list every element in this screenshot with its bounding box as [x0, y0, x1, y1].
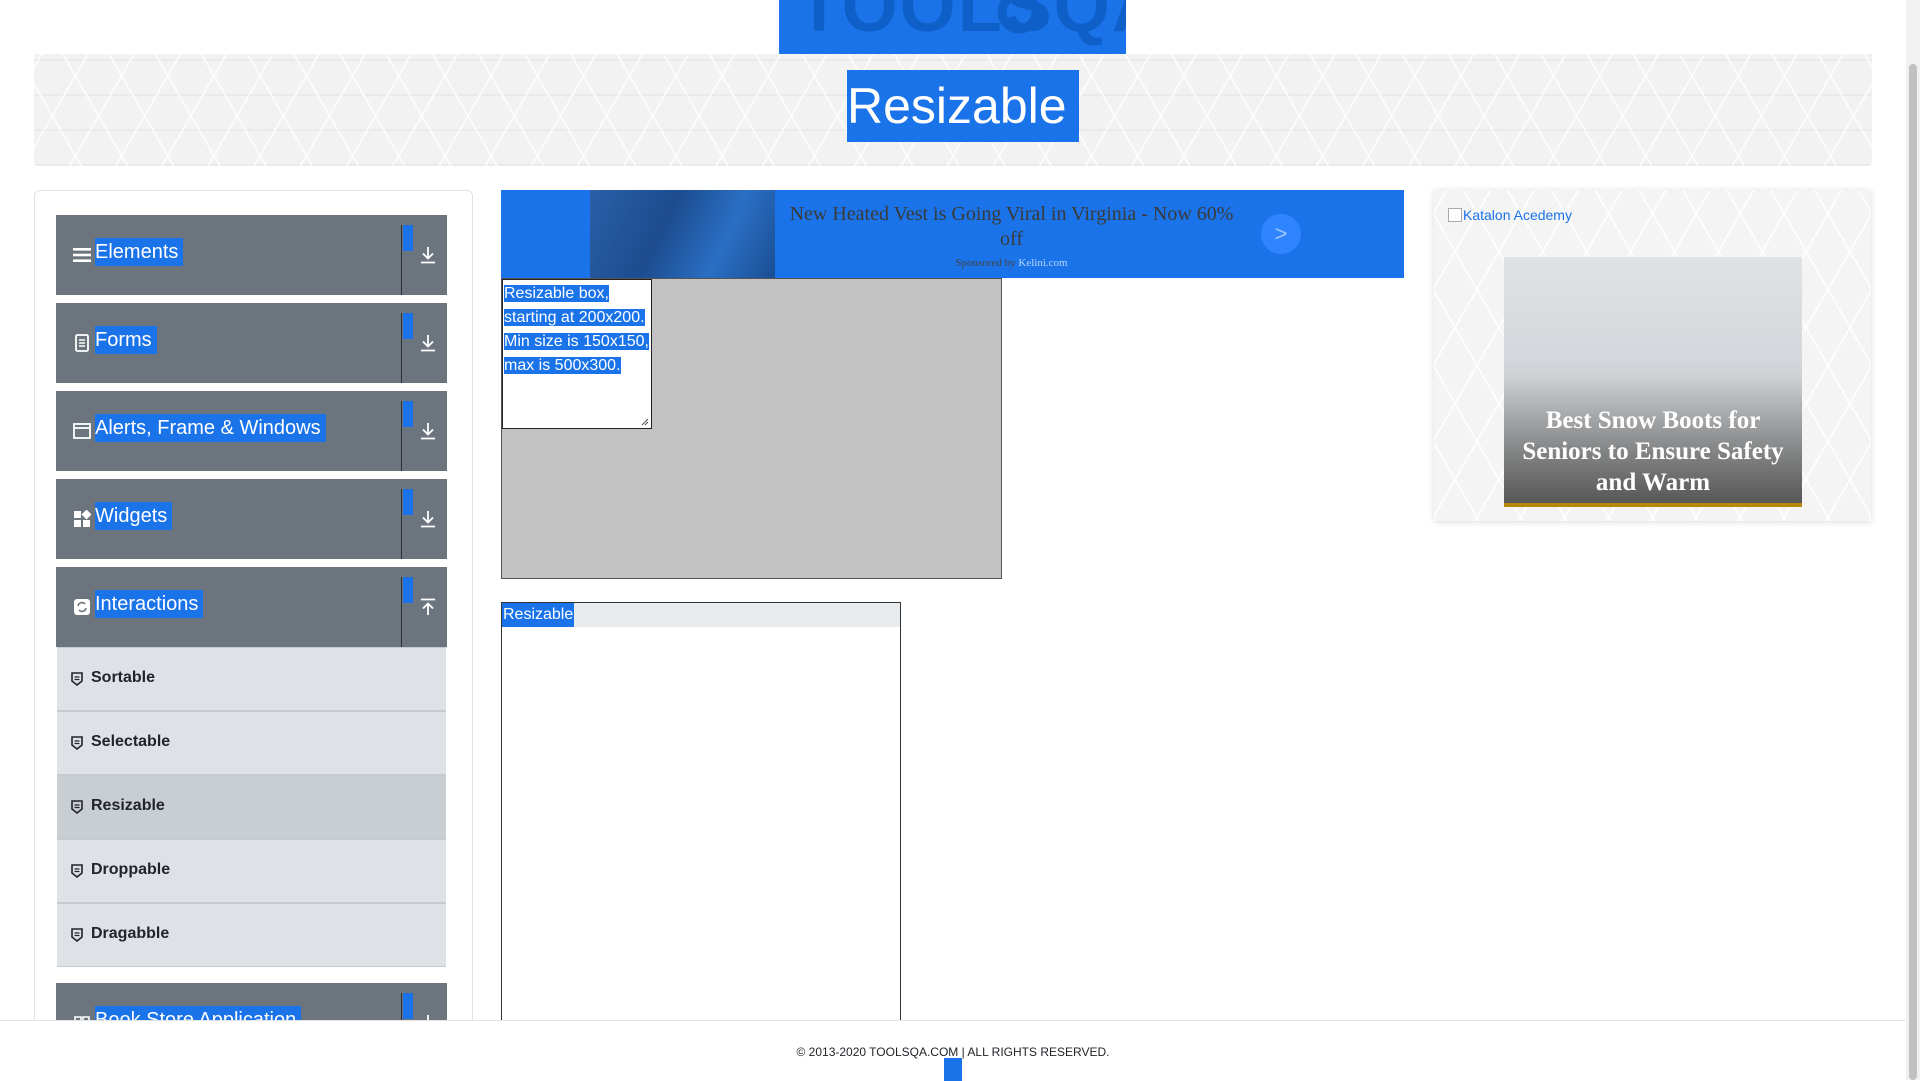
- sidebar-item-droppable[interactable]: Droppable: [57, 839, 446, 903]
- divider: [401, 577, 402, 647]
- ad-title[interactable]: New Heated Vest is Going Viral in Virgin…: [789, 202, 1234, 252]
- footer: © 2013-2020 TOOLSQA.COM | ALL RIGHTS RES…: [0, 1020, 1906, 1081]
- sidebar-item-label: Dragabble: [91, 925, 170, 942]
- katalon-link[interactable]: Katalon Acedemy: [1448, 207, 1572, 223]
- group-label: Forms: [95, 326, 157, 354]
- text-line: Min size is 150x150,: [504, 333, 649, 350]
- ad-caption: Best Snow Boots for Seniors to Ensure Sa…: [1522, 407, 1784, 496]
- text-line: max is 500x300.: [504, 357, 621, 374]
- divider: [401, 313, 402, 383]
- badge-icon: [71, 736, 83, 750]
- ad-image[interactable]: [590, 190, 775, 278]
- ad-sponsor-line: Sponsored by Kelini.com: [789, 257, 1234, 269]
- sidebar-item-sortable[interactable]: Sortable: [57, 647, 446, 711]
- sidebar-item-label: Droppable: [91, 861, 171, 878]
- group-label: Alerts, Frame & Windows: [95, 414, 326, 442]
- download-arrow-icon[interactable]: [419, 245, 437, 265]
- group-label: Interactions: [95, 590, 204, 618]
- katalon-link-text: Katalon Acedemy: [1463, 207, 1572, 223]
- text-line: starting at 200x200.: [504, 309, 645, 326]
- scroll-to-top-button[interactable]: [944, 1058, 962, 1081]
- sponsor-link[interactable]: Kelini.com: [1018, 257, 1067, 269]
- divider: [401, 225, 402, 295]
- broken-image-icon: [1448, 208, 1462, 222]
- sponsored-by-text: Sponsored by: [955, 257, 1016, 269]
- sponsored-ad-banner[interactable]: New Heated Vest is Going Viral in Virgin…: [501, 190, 1404, 278]
- ad-next-button[interactable]: >: [1261, 214, 1301, 254]
- text-line: Resizable box,: [504, 285, 609, 302]
- scrollbar-thumb[interactable]: [1909, 64, 1917, 1080]
- logo-text: TOOLSQA: [797, 0, 1126, 47]
- ad-photo[interactable]: Best Snow Boots for Seniors to Ensure Sa…: [1504, 257, 1802, 507]
- toolsqa-logo[interactable]: TOOLSQA: [779, 0, 1126, 54]
- divider: [401, 489, 402, 559]
- accent-bar: [403, 993, 413, 1019]
- group-label: Elements: [95, 238, 184, 266]
- badge-icon: [71, 928, 83, 942]
- resizable-label: Resizable: [502, 603, 575, 627]
- accent-bar: [403, 489, 413, 515]
- resizable-box[interactable]: Resizable: [501, 602, 901, 1034]
- badge-icon: [71, 864, 83, 878]
- group-widgets[interactable]: Widgets: [56, 479, 447, 559]
- accent-bar: [403, 225, 413, 251]
- sidebar-item-selectable[interactable]: Selectable: [57, 711, 446, 775]
- sidebar-item-dragabble[interactable]: Dragabble: [57, 903, 446, 967]
- sidebar-item-resizable[interactable]: Resizable: [57, 775, 446, 839]
- right-ad-panel[interactable]: Katalon Acedemy Best Snow Boots for Seni…: [1434, 190, 1871, 521]
- badge-icon: [71, 800, 83, 814]
- resizable-restriction-container: Resizable box, starting at 200x200. Min …: [501, 278, 1002, 579]
- sidebar-item-label: Sortable: [91, 669, 156, 686]
- upload-arrow-icon[interactable]: [419, 597, 437, 617]
- menu-icon: [73, 248, 91, 262]
- sidebar-item-label: Resizable: [91, 797, 165, 814]
- download-arrow-icon[interactable]: [419, 333, 437, 353]
- group-forms[interactable]: Forms: [56, 303, 447, 383]
- document-icon: [75, 334, 89, 352]
- group-elements[interactable]: Elements: [56, 215, 447, 295]
- accent-bar: [403, 577, 413, 603]
- resize-handle-icon[interactable]: [641, 418, 649, 426]
- sidebar-item-label: Selectable: [91, 733, 171, 750]
- resizable-box-header: Resizable: [502, 603, 900, 627]
- widgets-icon: [74, 510, 91, 527]
- group-alerts-frame-windows[interactable]: Alerts, Frame & Windows: [56, 391, 447, 471]
- group-label: Widgets: [95, 502, 173, 530]
- divider: [401, 401, 402, 471]
- download-arrow-icon[interactable]: [419, 421, 437, 441]
- badge-icon: [71, 672, 83, 686]
- page-scrollbar[interactable]: [1906, 0, 1920, 1080]
- window-icon: [73, 423, 91, 439]
- copyright-text: © 2013-2020 TOOLSQA.COM | ALL RIGHTS RES…: [796, 1045, 1110, 1059]
- gear-icon: [997, 0, 1041, 34]
- accent-bar: [403, 401, 413, 427]
- page-title: Resizable: [847, 70, 1079, 142]
- left-panel: Elements Forms Alerts, Frame & Windows W…: [34, 190, 473, 1041]
- accent-bar: [403, 313, 413, 339]
- resizable-box-with-restriction[interactable]: Resizable box, starting at 200x200. Min …: [502, 279, 652, 429]
- resizable-box-text: Resizable box, starting at 200x200. Min …: [504, 282, 650, 378]
- group-interactions[interactable]: Interactions: [56, 567, 447, 647]
- download-arrow-icon[interactable]: [419, 509, 437, 529]
- interactions-icon: [74, 599, 90, 615]
- photo-bottom-bar: [1504, 503, 1802, 507]
